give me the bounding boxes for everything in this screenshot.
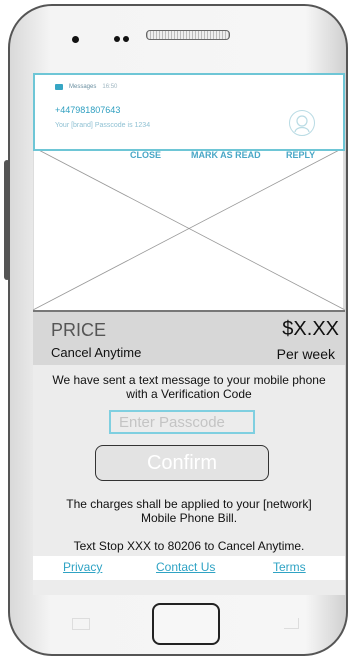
charges-notice: The charges shall be applied to your [ne… [33,497,345,525]
instructions-line-1: We have sent a text message to your mobi… [52,373,326,387]
notification-time: 16:50 [102,84,118,90]
back-softkey-icon[interactable] [284,618,299,629]
price-box: PRICE Cancel Anytime $X.XX Per week [33,310,345,365]
menu-softkey-icon[interactable] [72,618,90,630]
notification-sender: +447981807643 [55,105,121,115]
notification-header: Messages 16:50 [55,84,117,90]
side-volume-button [4,160,10,280]
stop-instructions: Text Stop XXX to 80206 to Cancel Anytime… [73,539,305,553]
sensor-dot-2 [123,36,129,42]
sensor-dot [114,36,120,42]
notification-message: Your [brand] Passcode is 1234 [55,122,151,129]
earpiece-speaker [146,30,230,40]
front-camera-dot [72,36,79,43]
instructions-line-2: with a Verification Code [126,387,252,401]
contact-avatar-icon [289,110,315,136]
home-button[interactable] [152,603,220,645]
charges-line-2: Mobile Phone Bill. [140,511,238,525]
footer-links: Privacy Contact Us Terms [33,556,345,580]
notification-mark-read-button[interactable]: MARK AS READ [191,150,261,160]
notification-close-button[interactable]: CLOSE [130,150,161,160]
notification-app-name: Messages [69,84,97,90]
charges-line-1: The charges shall be applied to your [ne… [66,497,312,511]
verification-instructions: We have sent a text message to your mobi… [33,373,345,401]
privacy-link[interactable]: Privacy [63,560,102,574]
phone-screen: Messages 16:50 +447981807643 Your [brand… [33,73,345,595]
price-value: $X.XX [282,318,339,340]
verification-section: We have sent a text message to your mobi… [33,365,345,595]
confirm-button[interactable]: Confirm [95,445,269,481]
sms-notification[interactable]: Messages 16:50 +447981807643 Your [brand… [33,73,345,151]
notification-reply-button[interactable]: REPLY [286,150,315,160]
price-label: PRICE [51,320,107,340]
terms-link[interactable]: Terms [273,560,306,574]
contact-us-link[interactable]: Contact Us [156,560,215,574]
cancel-anytime-label: Cancel Anytime [51,345,142,360]
message-icon [55,84,63,90]
passcode-input[interactable] [109,410,255,434]
price-period: Per week [276,346,335,362]
